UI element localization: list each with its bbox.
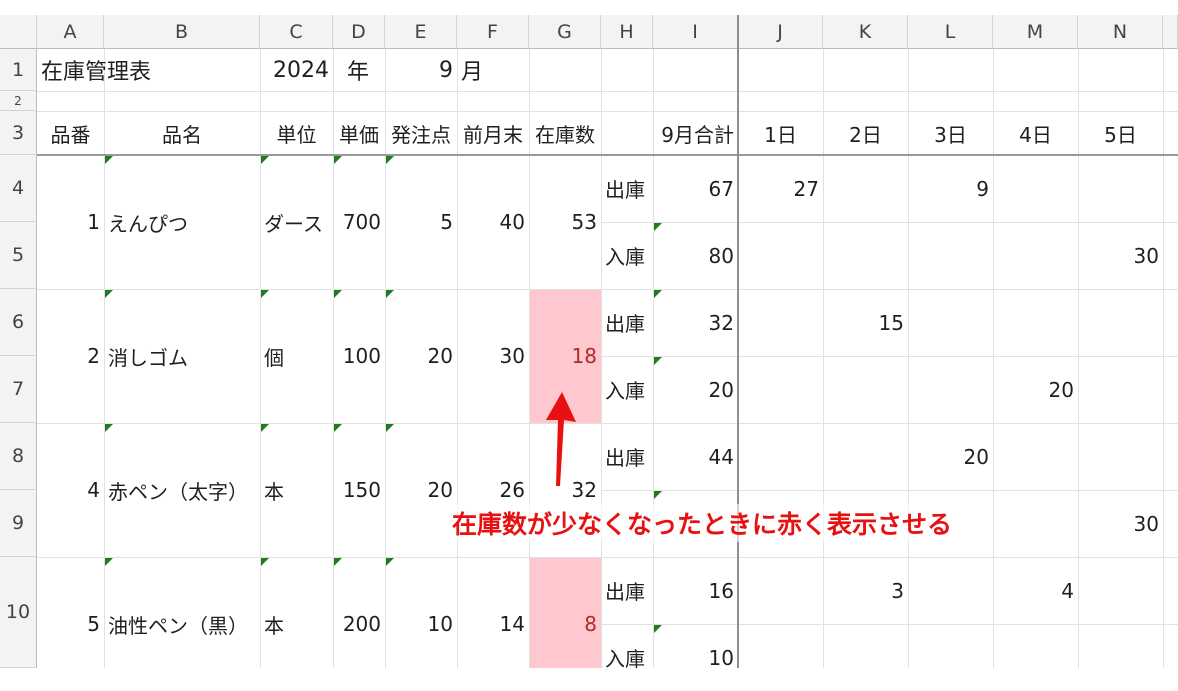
annotation-caption: 在庫数が少なくなったときに赤く表示させる <box>452 504 953 542</box>
annotation-arrow-icon <box>546 392 576 486</box>
spreadsheet[interactable]: A B C D E F G H I J K L M N 1 2 3 4 5 6 … <box>0 0 1178 671</box>
